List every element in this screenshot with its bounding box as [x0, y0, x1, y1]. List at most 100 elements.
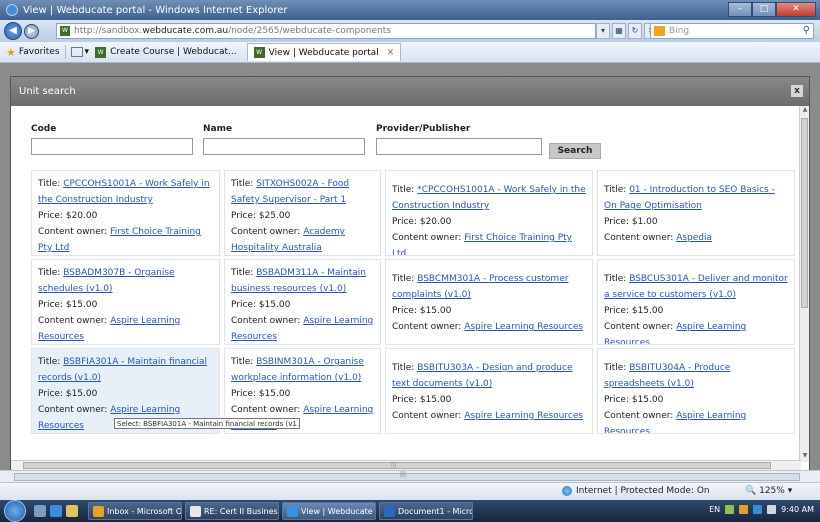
search-icon[interactable]: ⚲	[803, 24, 810, 38]
taskbar-button[interactable]: Document1 - Micro...	[379, 502, 473, 520]
dialog-horizontal-scrollbar[interactable]: |||	[11, 460, 801, 470]
app-icon	[384, 505, 395, 517]
scroll-thumb[interactable]	[23, 462, 771, 469]
taskbar-label: Inbox - Microsoft O...	[107, 506, 182, 516]
unit-title-link[interactable]: *CPCCOHS1001A - Work Safely in the Const…	[392, 185, 586, 211]
network-icon[interactable]	[725, 505, 735, 514]
price-label: Price:	[231, 211, 259, 221]
taskbar-button[interactable]: RE: Cert II Business ...	[185, 502, 279, 520]
unit-card[interactable]: Title: BSBCMM301A - Process customer com…	[385, 259, 593, 345]
unit-card[interactable]: Title: SITXOHS002A - Food Safety Supervi…	[224, 170, 381, 256]
start-button[interactable]	[4, 500, 26, 522]
explorer-quicklaunch-icon[interactable]	[66, 505, 78, 517]
globe-icon	[562, 486, 572, 496]
url-path: /node/2565/webducate-components	[228, 26, 391, 36]
taskbar-label: View | Webducate p...	[301, 506, 375, 516]
content-owner-link[interactable]: Aspire Learning Resources	[464, 411, 583, 421]
taskbar-button[interactable]: View | Webducate p...	[282, 502, 376, 520]
taskbar-button[interactable]: Inbox - Microsoft O...	[88, 502, 182, 520]
close-window-button[interactable]: ✕	[776, 2, 816, 17]
price-label: Price:	[231, 389, 259, 399]
volume-icon[interactable]	[767, 505, 777, 514]
zoom-control[interactable]: 🔍 125% ▾	[745, 486, 792, 496]
url-host: webducate.com.au	[142, 26, 229, 36]
unit-card[interactable]: Title: BSBCUS301A - Deliver and monitor …	[597, 259, 795, 345]
zoom-level: 125%	[759, 486, 785, 496]
refresh-icon[interactable]: ↻	[628, 23, 642, 39]
tray-app-icon[interactable]	[739, 505, 749, 514]
language-indicator[interactable]: EN	[709, 505, 720, 514]
search-button[interactable]: Search	[549, 143, 601, 159]
results-row: Title: BSBADM307B - Organise schedules (…	[31, 259, 799, 345]
owner-label: Content owner:	[604, 233, 677, 243]
minimize-button[interactable]: –	[728, 2, 752, 17]
owner-label: Content owner:	[231, 405, 304, 415]
scroll-up-icon[interactable]: ▲	[800, 106, 810, 116]
unit-card[interactable]: Title: BSBADM311A - Maintain business re…	[224, 259, 381, 345]
unit-title-link[interactable]: BSBCUS301A - Deliver and monitor a servi…	[604, 274, 788, 300]
content-owner-link[interactable]: Aspedia	[676, 233, 712, 243]
favorites-star-icon: ★	[6, 45, 16, 59]
provider-input[interactable]	[376, 138, 542, 155]
dialog-close-button[interactable]: x	[791, 85, 803, 97]
scroll-down-icon[interactable]: ▼	[800, 452, 810, 462]
dialog-title: Unit search	[19, 86, 76, 97]
show-desktop-icon[interactable]	[34, 505, 46, 517]
address-input[interactable]: W http://sandbox. webducate.com.au/node/2…	[56, 23, 596, 39]
owner-label: Content owner:	[38, 316, 111, 326]
unit-card[interactable]: Title: BSBITU304A - Produce spreadsheets…	[597, 348, 795, 434]
unit-card[interactable]: Title: *CPCCOHS1001A - Work Safely in th…	[385, 170, 593, 256]
security-zone[interactable]: Internet | Protected Mode: On	[562, 486, 710, 496]
tab-view-webducate[interactable]: W View | Webducate portal ✕	[246, 43, 402, 61]
name-input[interactable]	[203, 138, 365, 155]
title-label: Title:	[38, 357, 64, 367]
unit-price: $15.00	[631, 395, 664, 405]
unit-title-link[interactable]: 01 - Introduction to SEO Basics - On Pag…	[604, 185, 775, 211]
scroll-thumb[interactable]	[801, 118, 808, 308]
name-field: Name	[203, 124, 365, 155]
title-label: Title:	[604, 274, 630, 284]
forward-button[interactable]: ▶	[24, 23, 39, 39]
favorites-button[interactable]: Favorites	[19, 47, 60, 57]
ie-quicklaunch-icon[interactable]	[50, 505, 62, 517]
price-label: Price:	[392, 395, 420, 405]
owner-label: Content owner:	[231, 316, 304, 326]
unit-card[interactable]: Title: BSBITU303A - Design and produce t…	[385, 348, 593, 434]
back-button[interactable]: ◀	[4, 22, 22, 40]
provider-label: Provider/Publisher	[376, 124, 471, 134]
tab-create-course[interactable]: W Create Course | Webducat...	[89, 43, 243, 61]
unit-title-link[interactable]: CPCCOHS1001A - Work Safely in the Constr…	[38, 179, 210, 205]
code-input[interactable]	[31, 138, 193, 155]
code-label: Code	[31, 124, 57, 134]
owner-label: Content owner:	[604, 322, 677, 332]
unit-price: $25.00	[258, 211, 291, 221]
close-tab-icon[interactable]: ✕	[387, 48, 395, 58]
dropdown-icon[interactable]: ▾	[596, 23, 610, 39]
quick-tabs-icon[interactable]	[70, 47, 83, 57]
taskbar: Inbox - Microsoft O... RE: Cert II Busine…	[0, 500, 820, 522]
price-label: Price:	[604, 395, 632, 405]
maximize-button[interactable]: □	[752, 2, 776, 17]
unit-title-link[interactable]: BSBFIA301A - Maintain financial records …	[38, 357, 207, 383]
unit-card[interactable]: Title: BSBADM307B - Organise schedules (…	[31, 259, 220, 345]
unit-title-link[interactable]: BSBCMM301A - Process customer complaints…	[392, 274, 568, 300]
window-controls: – □ ✕	[728, 2, 816, 17]
tray-app-icon[interactable]	[753, 505, 763, 514]
compatibility-icon[interactable]: ▦	[612, 23, 626, 39]
unit-card[interactable]: Title: CPCCOHS1001A - Work Safely in the…	[31, 170, 220, 256]
owner-label: Content owner:	[38, 227, 111, 237]
scroll-thumb[interactable]	[14, 473, 800, 481]
zone-label: Internet | Protected Mode: On	[576, 486, 710, 496]
unit-title-link[interactable]: BSBITU303A - Design and produce text doc…	[392, 363, 573, 389]
search-input[interactable]: Bing ⚲	[650, 23, 814, 39]
clock[interactable]: 9:40 AM	[781, 505, 814, 514]
content-owner-link[interactable]: Aspire Learning Resources	[464, 322, 583, 332]
unit-card[interactable]: Title: 01 - Introduction to SEO Basics -…	[597, 170, 795, 256]
owner-label: Content owner:	[392, 322, 465, 332]
chevron-down-icon: ▾	[787, 486, 793, 496]
browser-horizontal-scrollbar[interactable]: |||	[0, 470, 820, 482]
price-label: Price:	[38, 211, 66, 221]
dialog-vertical-scrollbar[interactable]: ▲ ▼	[799, 106, 809, 462]
title-label: Title:	[38, 179, 64, 189]
title-label: Title:	[231, 268, 257, 278]
